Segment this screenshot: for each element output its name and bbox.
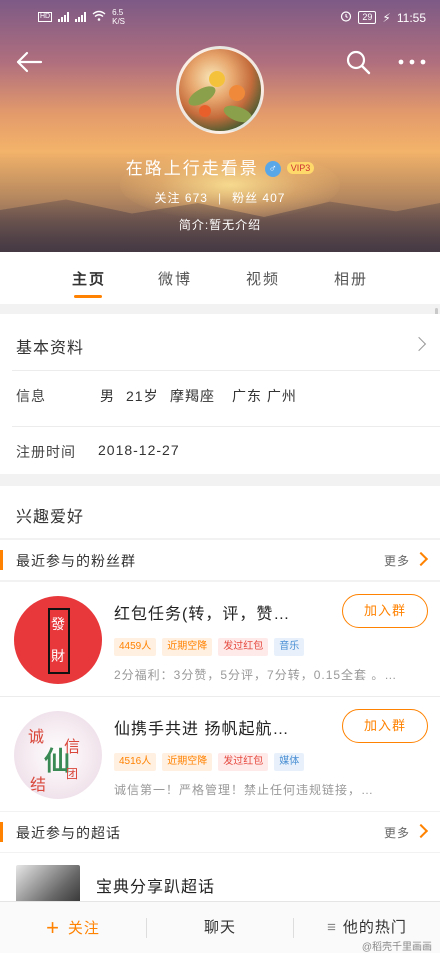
register-date: 2018-12-27 xyxy=(98,442,180,458)
divider xyxy=(12,370,440,371)
following-stat[interactable]: 关注 673 xyxy=(155,191,208,205)
search-icon xyxy=(346,50,371,75)
group-avatar: 發 財 xyxy=(14,596,102,684)
tag: 近期空降 xyxy=(162,638,213,656)
fan-groups-title: 最近参与的粉丝群 xyxy=(16,553,136,569)
tag: 媒体 xyxy=(274,753,305,771)
join-group-button[interactable]: 加入群 xyxy=(342,594,428,628)
fan-group-item[interactable]: 發 財 红包任务(转，评，赞… 加入群 4459人 近期空降 发过红包 音乐 2… xyxy=(0,582,440,696)
info-location: 广东 广州 xyxy=(232,388,297,404)
follow-button[interactable]: + 关注 xyxy=(0,902,146,953)
info-zodiac: 摩羯座 xyxy=(170,388,215,404)
divider xyxy=(12,426,440,427)
info-gender: 男 xyxy=(100,388,115,404)
signal-icon-2 xyxy=(75,12,87,22)
chat-button[interactable]: 聊天 xyxy=(147,902,293,953)
group-tags: 4516人 近期空降 发过红包 媒体 xyxy=(114,753,305,771)
tag: 发过红包 xyxy=(218,753,269,771)
basic-info-title: 基本资料 xyxy=(16,340,85,357)
fan-groups-header[interactable]: 最近参与的粉丝群 更多 xyxy=(0,540,440,580)
watermark: @稻壳千里画画 xyxy=(361,942,432,953)
avatar[interactable] xyxy=(176,46,264,134)
tab-video[interactable]: 视频 xyxy=(246,268,280,289)
battery-indicator: 29 xyxy=(358,11,377,24)
plus-icon: + xyxy=(46,915,60,940)
info-label: 信息 xyxy=(16,388,46,404)
hd-icon: HD xyxy=(38,12,53,22)
member-count-tag: 4516人 xyxy=(114,753,157,771)
chevron-right-icon xyxy=(411,336,427,352)
group-name: 红包任务(转，评，赞… xyxy=(114,606,291,623)
profile-tabs: 主页 微博 视频 相册 xyxy=(0,252,440,304)
tab-home[interactable]: 主页 xyxy=(72,268,106,289)
tag: 音乐 xyxy=(274,638,305,656)
tab-album[interactable]: 相册 xyxy=(334,268,368,289)
tag: 发过红包 xyxy=(218,638,269,656)
join-group-button[interactable]: 加入群 xyxy=(342,709,428,743)
super-topics-title: 最近参与的超话 xyxy=(16,825,121,841)
profile-bio: 简介:暂无介绍 xyxy=(178,218,262,232)
basic-info-header[interactable]: 基本资料 xyxy=(0,314,440,370)
more-options-button[interactable] xyxy=(396,52,428,72)
register-label: 注册时间 xyxy=(16,444,76,460)
group-description: 诚信第一！严格管理！禁止任何违规链接，… xyxy=(114,783,375,797)
vip-badge[interactable]: VIP3 xyxy=(286,162,315,174)
wifi-icon xyxy=(92,10,106,24)
interests-title: 兴趣爱好 xyxy=(16,509,85,526)
super-topic-name: 宝典分享趴超话 xyxy=(96,879,216,896)
menu-icon: ≡ xyxy=(327,919,337,936)
group-tags: 4459人 近期空降 发过红包 音乐 xyxy=(114,638,305,656)
super-topics-more-link[interactable]: 更多 xyxy=(384,824,410,841)
fan-groups-more-link[interactable]: 更多 xyxy=(384,552,410,569)
info-age: 21岁 xyxy=(126,388,159,404)
active-tab-indicator xyxy=(74,295,102,298)
profile-name-row: 在路上行走看景 ♂ VIP3 xyxy=(0,154,440,179)
group-name: 仙携手共进 扬帆起航… xyxy=(114,721,290,738)
group-avatar: 诚 信 仙 结 团 xyxy=(14,711,102,799)
charging-icon: ⚡ xyxy=(382,10,391,25)
basic-info-card: 基本资料 信息 男 21岁 摩羯座 广东 广州 注册时间 2018-12-27 xyxy=(0,314,440,474)
fan-group-item[interactable]: 诚 信 仙 结 团 仙携手共进 扬帆起航… 加入群 4516人 近期空降 发过红… xyxy=(0,697,440,811)
profile-header: HD 6.5 K/S 29 ⚡ 11:55 在路上行走看景 ♂ VIP3 关注 … xyxy=(0,0,440,252)
more-icon xyxy=(398,59,426,65)
member-count-tag: 4459人 xyxy=(114,638,157,656)
group-description: 2分福利：3分赞，5分评，7分转，0.15全套 。… xyxy=(114,668,398,682)
chevron-right-icon xyxy=(413,551,429,567)
alarm-icon xyxy=(340,10,352,25)
clock: 11:55 xyxy=(396,10,426,25)
signal-icon xyxy=(58,12,70,22)
net-speed: 6.5 K/S xyxy=(112,8,126,26)
back-button[interactable] xyxy=(14,48,44,76)
super-topics-header[interactable]: 最近参与的超话 更多 xyxy=(0,812,440,852)
stat-divider: | xyxy=(217,191,223,205)
section-accent-bar xyxy=(0,550,3,570)
status-bar: HD 6.5 K/S 29 ⚡ 11:55 xyxy=(0,6,440,30)
chevron-right-icon xyxy=(413,823,429,839)
profile-name: 在路上行走看景 xyxy=(125,159,259,178)
interests-card: 兴趣爱好 xyxy=(0,486,440,538)
follow-stats: 关注 673 | 粉丝 407 xyxy=(0,189,440,206)
followers-stat[interactable]: 粉丝 407 xyxy=(232,191,285,205)
section-accent-bar xyxy=(0,822,3,842)
search-button[interactable] xyxy=(344,48,372,76)
male-gender-icon: ♂ xyxy=(264,161,281,177)
tab-weibo[interactable]: 微博 xyxy=(158,268,192,289)
tag: 近期空降 xyxy=(162,753,213,771)
